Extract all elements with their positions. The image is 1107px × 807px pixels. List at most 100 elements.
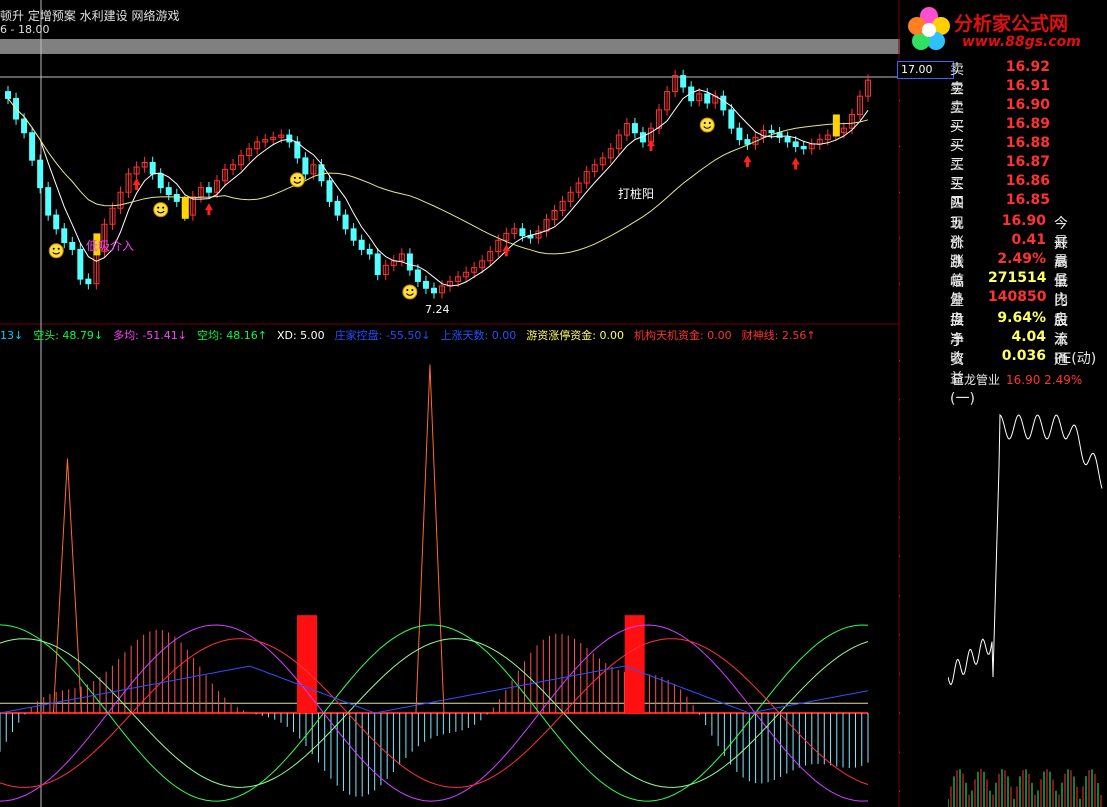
legend-item: 游资涨停资金: 0.00 [526, 329, 624, 342]
stock-header: 顿升 定增预案 水利建设 网络游戏 6 - 18.00 [0, 0, 900, 38]
quote-value: 4.04 [1011, 329, 1046, 345]
candle-body [53, 214, 60, 230]
buy-arrow-icon [791, 157, 800, 170]
candle-body [61, 228, 68, 244]
annotation-low-entry: 低吸介入 [86, 239, 134, 253]
intraday-price-line [948, 413, 1103, 686]
flower-icon [908, 7, 950, 50]
mini-intraday-svg [948, 413, 1103, 807]
candle-body [205, 187, 212, 193]
quote-value: 16.88 [1005, 135, 1050, 151]
candle-body [422, 280, 429, 289]
candle-body [414, 269, 421, 282]
spike-line [415, 364, 445, 714]
candle-body [704, 93, 711, 104]
candle-body [286, 134, 293, 143]
legend-item: 13↓ [0, 329, 24, 342]
quote-value: 16.90 [1001, 213, 1046, 229]
buy-arrow-icon [743, 155, 752, 168]
candle-body [334, 200, 341, 216]
mini-chart-name: 巨龙管业 [952, 373, 1001, 387]
candle-body [374, 253, 381, 276]
legend-item: 空均: 48.16↑ [197, 329, 267, 342]
candle-body [768, 129, 775, 134]
candle-body [631, 123, 638, 134]
candle-body [45, 187, 52, 216]
candle-body [157, 173, 164, 189]
candle-body [792, 141, 799, 147]
red-block-bar [624, 615, 645, 714]
price-tag: 17.00 [897, 61, 954, 79]
smiley-icon [289, 172, 305, 188]
candle-body [77, 248, 84, 280]
legend-item: 空头: 48.79↓ [33, 329, 104, 342]
candle-body [406, 253, 413, 271]
quote-value: 16.92 [1005, 59, 1050, 75]
candle-body [165, 187, 172, 196]
price-range: 6 - 18.00 [0, 23, 50, 36]
candle-body [800, 145, 807, 150]
candle-body [69, 242, 76, 250]
quote-value: 0.41 [1011, 232, 1046, 248]
mini-chart-price: 16.90 2.49% [1006, 373, 1083, 387]
annotation-low-price: 7.24 [425, 303, 450, 316]
quote-value: 16.91 [1005, 78, 1050, 94]
candle-body [149, 161, 156, 175]
candle-body [29, 132, 36, 161]
legend-item: 上涨天数: 0.00 [440, 329, 517, 342]
logo-text: 分析家公式网 [954, 13, 1069, 35]
legend-item: 财神线: 2.56↑ [741, 329, 816, 342]
quote-value: 16.86 [1005, 173, 1050, 189]
candle-body [430, 287, 437, 294]
candle-body [173, 194, 180, 202]
kline-chart: 低吸介入 打桩阳 7.24 8.0010.0012.0014.0016.00 1… [0, 0, 900, 807]
quote-value: 140850 [988, 289, 1047, 305]
top-scroll-band[interactable] [0, 39, 900, 54]
indicator-legend: 13↓ 空头: 48.79↓ 多均: -51.41↓ 空均: 48.16↑ XD: 5.… [0, 327, 900, 343]
quote-value: 16.90 [1005, 97, 1050, 113]
candle-body [366, 248, 373, 255]
candle-body [85, 278, 92, 285]
logo-url: www.88gs.com [962, 34, 1081, 50]
quote-value: 271514 [988, 270, 1047, 286]
candle-body [519, 228, 526, 237]
candle-body [342, 214, 349, 230]
candle-body [736, 127, 743, 141]
yellow-signal-bar [181, 196, 189, 219]
smiley-icon [699, 117, 715, 133]
candle-body [326, 180, 333, 202]
sector-tags: 顿升 定增预案 水利建设 网络游戏 [0, 9, 180, 23]
signal-markers [48, 114, 840, 300]
candle-body [680, 75, 687, 88]
blue-control-line [0, 665, 869, 714]
annotation-pile-yang: 打桩阳 [618, 186, 654, 201]
legend-item: XD: 5.00 [276, 329, 325, 342]
candle-body [720, 95, 727, 111]
quote-value: 2.49% [997, 251, 1046, 267]
candle-body [728, 109, 735, 129]
site-logo: 分析家公式网 www.88gs.com [902, 2, 1107, 56]
yellow-signal-bar [832, 114, 840, 137]
quote-label: PE(动) [1054, 351, 1097, 367]
quote-value: 16.87 [1005, 154, 1050, 170]
red-block-bar [296, 615, 317, 714]
legend-item: 多均: -51.41↓ [113, 329, 188, 342]
quote-value: 16.89 [1005, 116, 1050, 132]
legend-item: 庄家控盘: -55.50↓ [334, 329, 431, 342]
buy-arrow-icon [502, 244, 511, 257]
quote-value: 9.64% [997, 310, 1046, 326]
quote-value: 16.85 [1005, 192, 1050, 208]
candle-body [37, 159, 44, 189]
smiley-icon [48, 243, 64, 259]
candle-body [302, 157, 309, 175]
indicator-panel [0, 364, 869, 802]
candle-body [784, 136, 791, 143]
candle-body [21, 118, 28, 134]
candle-body [358, 239, 365, 250]
quote-value: 0.036 [1001, 348, 1046, 364]
mini-chart-title: 巨龙管业 16.90 2.49% [952, 371, 1082, 388]
smiley-icon [402, 284, 418, 300]
buy-arrow-icon [204, 203, 213, 216]
candle-body [350, 228, 357, 241]
smiley-icon [153, 202, 169, 218]
